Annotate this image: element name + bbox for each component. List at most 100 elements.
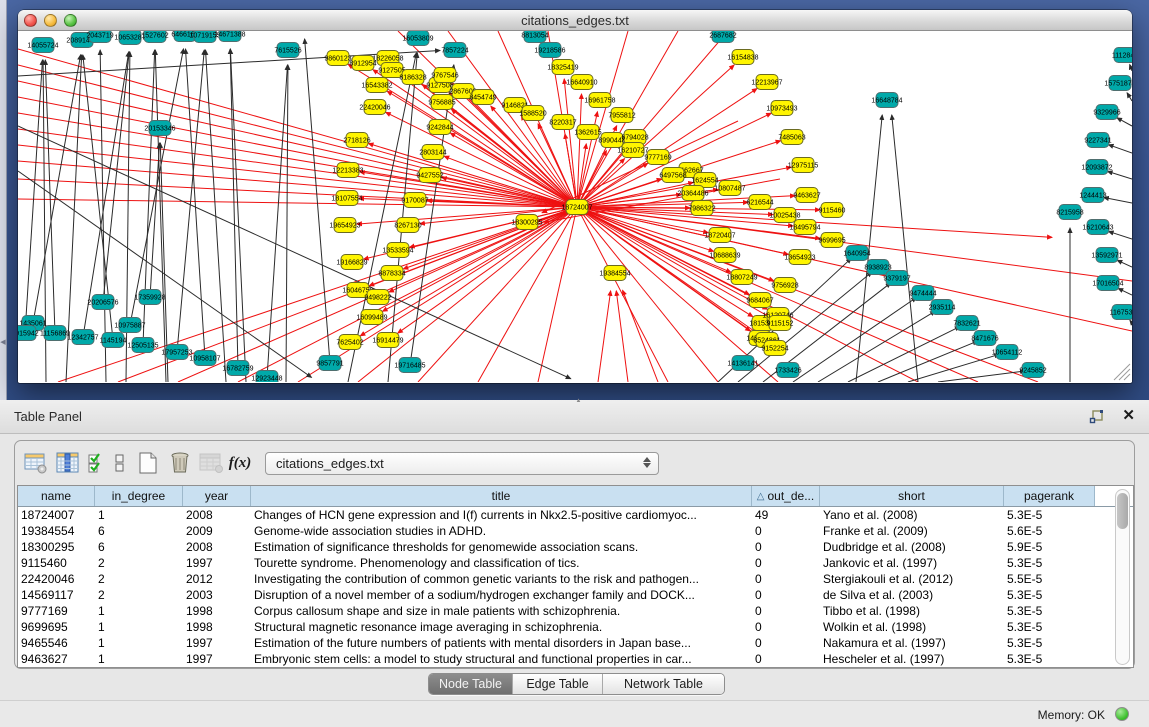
graph-node[interactable]: 17359928 xyxy=(134,290,165,305)
graph-node[interactable]: 1145194 xyxy=(100,333,127,348)
show-columns-button[interactable] xyxy=(53,448,83,478)
graph-node[interactable]: 12505135 xyxy=(127,338,158,353)
table-cell[interactable]: 5.9E-5 xyxy=(1004,539,1095,555)
table-cell[interactable]: Embryonic stem cells: a model to study s… xyxy=(251,651,752,667)
graph-node[interactable]: 9767546 xyxy=(431,68,458,83)
graph-node[interactable]: 1112843 xyxy=(1112,48,1132,63)
graph-node[interactable]: 19166829 xyxy=(336,255,367,270)
network-graph-canvas[interactable]: 1872400718300295193845541822605891275058… xyxy=(18,31,1132,382)
table-cell[interactable]: 9777169 xyxy=(18,603,95,619)
select-columns-button[interactable] xyxy=(85,448,107,478)
graph-node[interactable]: 20206576 xyxy=(87,295,118,310)
graph-node[interactable]: 2043719 xyxy=(86,31,113,43)
graph-node[interactable]: 7955812 xyxy=(608,108,635,123)
table-cell[interactable]: Corpus callosum shape and size in male p… xyxy=(251,603,752,619)
splitter-collapse-icon[interactable]: ◀ xyxy=(0,338,6,348)
graph-node[interactable]: 9115460 xyxy=(819,203,846,218)
table-cell[interactable]: Jankovic et al. (1997) xyxy=(820,555,1004,571)
table-scrollbar[interactable] xyxy=(1115,489,1130,665)
graph-node[interactable]: 10958107 xyxy=(189,351,220,366)
table-cell[interactable]: 2 xyxy=(95,555,183,571)
tab-node-table[interactable]: Node Table xyxy=(429,674,512,694)
panel-divider-handle[interactable]: ▲ xyxy=(574,399,583,405)
graph-node[interactable]: 8215958 xyxy=(1056,205,1083,220)
table-source-select[interactable]: citations_edges.txt xyxy=(265,452,659,475)
table-cell[interactable]: 19384554 xyxy=(18,523,95,539)
table-cell[interactable]: 0 xyxy=(752,555,820,571)
graph-node[interactable]: 16648784 xyxy=(871,93,902,108)
table-cell[interactable]: 9115460 xyxy=(18,555,95,571)
table-cell[interactable]: 2 xyxy=(95,571,183,587)
table-cell[interactable]: Franke et al. (2009) xyxy=(820,523,1004,539)
graph-node[interactable]: 9379197 xyxy=(883,271,910,286)
table-cell[interactable]: Changes of HCN gene expression and I(f) … xyxy=(251,507,752,523)
graph-node[interactable]: 9245852 xyxy=(1019,363,1046,378)
table-cell[interactable]: 0 xyxy=(752,587,820,603)
create-column-button[interactable] xyxy=(133,448,163,478)
graph-node[interactable]: 1733426 xyxy=(774,363,801,378)
table-cell[interactable]: Estimation of the future numbers of pati… xyxy=(251,635,752,651)
graph-node[interactable]: 12093872 xyxy=(1081,160,1112,175)
graph-node[interactable]: 9777169 xyxy=(644,150,671,165)
table-mode-button[interactable] xyxy=(21,448,51,478)
graph-node[interactable]: 9498222 xyxy=(364,290,391,305)
table-row[interactable]: 1938455462009Genome-wide association stu… xyxy=(18,523,1133,539)
graph-node[interactable]: 7485063 xyxy=(778,130,805,145)
graph-node[interactable]: 9329966 xyxy=(1093,105,1120,120)
graph-node[interactable]: 1640954 xyxy=(843,246,870,261)
graph-node[interactable]: 13654923 xyxy=(784,250,815,265)
graph-node[interactable]: 3915942 xyxy=(18,326,39,341)
graph-node[interactable]: 8813054 xyxy=(521,31,548,43)
graph-node[interactable]: 20153346 xyxy=(144,121,175,136)
graph-node[interactable]: 14671388 xyxy=(214,31,245,42)
table-cell[interactable]: Yano et al. (2008) xyxy=(820,507,1004,523)
table-cell[interactable]: 1997 xyxy=(183,635,251,651)
close-panel-icon[interactable]: ✕ xyxy=(1122,406,1135,424)
delete-column-button[interactable] xyxy=(165,448,195,478)
table-cell[interactable]: 1 xyxy=(95,651,183,667)
table-cell[interactable]: de Silva et al. (2003) xyxy=(820,587,1004,603)
table-cell[interactable]: 2003 xyxy=(183,587,251,603)
column-header-short[interactable]: short xyxy=(820,486,1004,506)
table-row[interactable]: 977716911998Corpus callosum shape and si… xyxy=(18,603,1133,619)
graph-node[interactable]: 10973493 xyxy=(766,101,797,116)
table-cell[interactable]: Nakamura et al. (1997) xyxy=(820,635,1004,651)
table-cell[interactable]: 49 xyxy=(752,507,820,523)
table-row[interactable]: 946362711997Embryonic stem cells: a mode… xyxy=(18,651,1133,667)
graph-node[interactable]: 8878334 xyxy=(378,266,405,281)
graph-node[interactable]: 1588520 xyxy=(519,106,546,121)
graph-node[interactable]: 16154838 xyxy=(727,50,758,65)
table-row[interactable]: 911546021997Tourette syndrome. Phenomeno… xyxy=(18,555,1133,571)
graph-node[interactable]: 9684067 xyxy=(746,293,773,308)
graph-node[interactable]: 10688639 xyxy=(709,248,740,263)
table-cell[interactable]: 5.3E-5 xyxy=(1004,603,1095,619)
graph-node[interactable]: 16782759 xyxy=(222,361,253,376)
network-window-titlebar[interactable]: citations_edges.txt xyxy=(18,10,1132,31)
table-cell[interactable]: 1997 xyxy=(183,555,251,571)
table-cell[interactable]: 9465546 xyxy=(18,635,95,651)
graph-node[interactable]: 16961758 xyxy=(584,93,615,108)
graph-node[interactable]: 12342757 xyxy=(67,330,98,345)
table-cell[interactable]: 0 xyxy=(752,651,820,667)
table-cell[interactable]: 18724007 xyxy=(18,507,95,523)
table-cell[interactable]: 0 xyxy=(752,603,820,619)
table-cell[interactable]: Dudbridge et al. (2008) xyxy=(820,539,1004,555)
table-cell[interactable]: 6 xyxy=(95,539,183,555)
table-cell[interactable]: 9699695 xyxy=(18,619,95,635)
table-row[interactable]: 1456911722003Disruption of a novel membe… xyxy=(18,587,1133,603)
table-cell[interactable]: 2009 xyxy=(183,523,251,539)
graph-node[interactable]: 7832621 xyxy=(953,316,980,331)
table-cell[interactable]: Estimation of significance thresholds fo… xyxy=(251,539,752,555)
table-cell[interactable]: Tibbo et al. (1998) xyxy=(820,603,1004,619)
table-cell[interactable]: 1998 xyxy=(183,619,251,635)
graph-node[interactable]: 2935114 xyxy=(929,300,956,315)
left-splitter[interactable]: ◀ xyxy=(0,0,7,400)
table-cell[interactable]: 5.3E-5 xyxy=(1004,507,1095,523)
table-cell[interactable]: 1 xyxy=(95,619,183,635)
graph-node[interactable]: 18720407 xyxy=(704,228,735,243)
table-cell[interactable]: 0 xyxy=(752,539,820,555)
graph-node[interactable]: 1167531 xyxy=(1110,305,1132,320)
table-cell[interactable]: Investigating the contribution of common… xyxy=(251,571,752,587)
graph-node[interactable]: 13533594 xyxy=(382,243,413,258)
graph-node[interactable]: 16640910 xyxy=(566,75,597,90)
